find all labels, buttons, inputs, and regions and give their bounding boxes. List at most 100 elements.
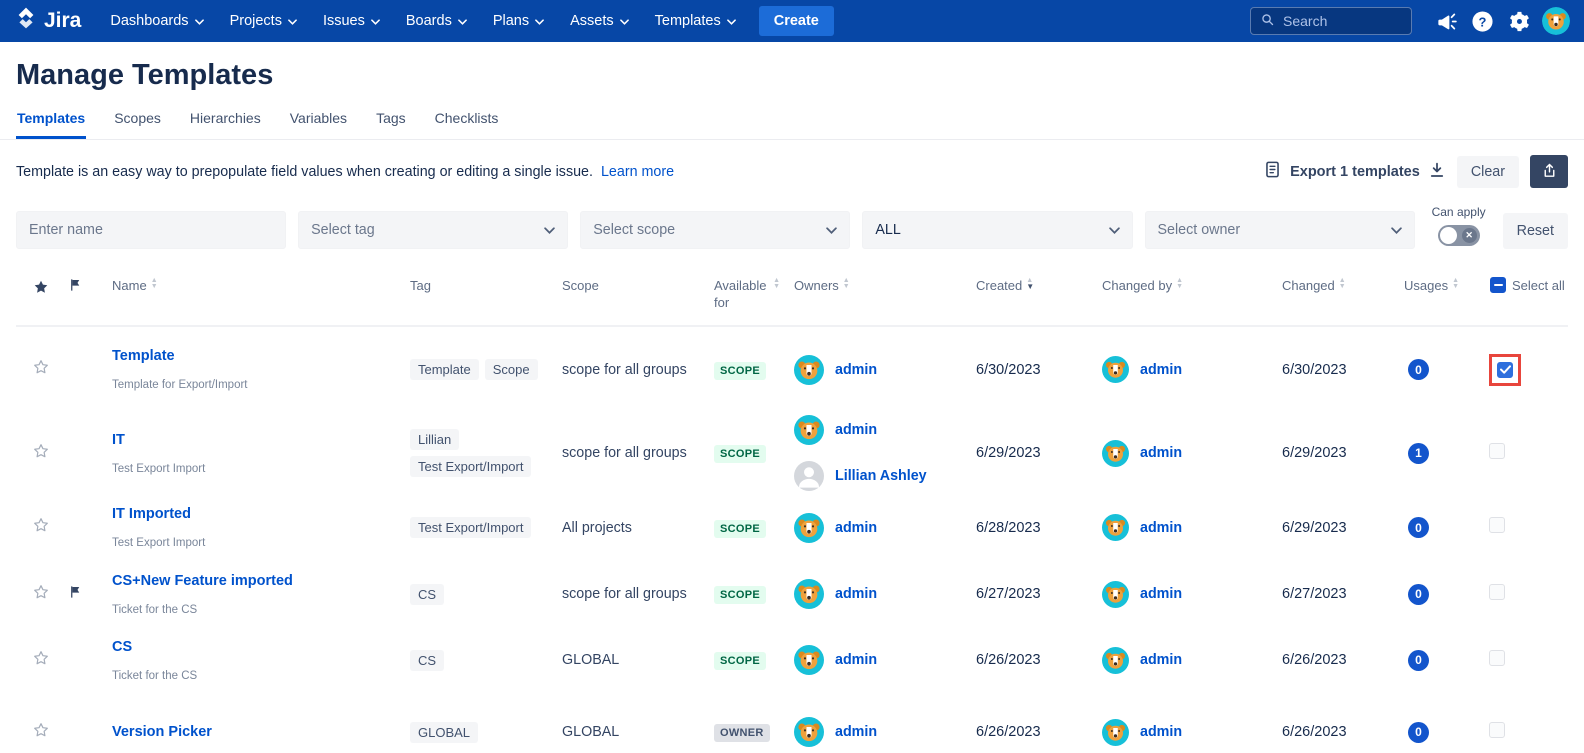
header-changed-by[interactable]: Changed by▲▼ bbox=[1088, 277, 1268, 294]
header-favorite[interactable] bbox=[16, 277, 54, 300]
changed-by-link[interactable]: admin bbox=[1140, 520, 1182, 536]
tab-checklists[interactable]: Checklists bbox=[434, 106, 500, 139]
page-title: Manage Templates bbox=[16, 59, 1568, 92]
owners-cell: admin bbox=[780, 645, 962, 675]
template-name-link[interactable]: IT bbox=[112, 432, 125, 448]
usages-badge: 0 bbox=[1408, 359, 1429, 380]
name-cell: CSTicket for the CS bbox=[96, 639, 396, 682]
changed-by-link[interactable]: admin bbox=[1140, 586, 1182, 602]
header-created[interactable]: Created▲▼ bbox=[962, 277, 1088, 294]
row-checkbox[interactable] bbox=[1497, 362, 1513, 378]
owner-link[interactable]: admin bbox=[835, 724, 877, 740]
nav-item-plans[interactable]: Plans bbox=[480, 0, 557, 42]
scope-filter-select[interactable]: Select scope bbox=[580, 211, 850, 249]
star-outline-icon[interactable] bbox=[32, 726, 50, 743]
nav-item-projects[interactable]: Projects bbox=[217, 0, 310, 42]
template-name-link[interactable]: CS+New Feature imported bbox=[112, 573, 293, 589]
header-owners[interactable]: Owners▲▼ bbox=[780, 277, 962, 294]
can-apply-toggle[interactable]: ✕ bbox=[1438, 225, 1480, 246]
nav-item-templates[interactable]: Templates bbox=[642, 0, 749, 42]
dog-avatar bbox=[1102, 647, 1129, 674]
owner-link[interactable]: admin bbox=[835, 652, 877, 668]
changed-by-link[interactable]: admin bbox=[1140, 724, 1182, 740]
export-templates-button[interactable]: Export 1 templates bbox=[1263, 160, 1446, 183]
star-outline-icon[interactable] bbox=[32, 588, 50, 605]
tab-tags[interactable]: Tags bbox=[375, 106, 407, 139]
jira-logo[interactable]: Jira bbox=[14, 6, 81, 36]
chevron-down-icon bbox=[371, 13, 380, 29]
chevron-down-icon bbox=[544, 222, 555, 238]
available-for-badge: SCOPE bbox=[714, 445, 766, 463]
changed-by-cell: admin bbox=[1088, 581, 1268, 608]
tab-variables[interactable]: Variables bbox=[289, 106, 348, 139]
project-filter-select[interactable]: ALL bbox=[862, 211, 1132, 249]
user-avatar[interactable] bbox=[1542, 7, 1570, 35]
sort-icon: ▲▼ bbox=[773, 278, 780, 290]
owner-link[interactable]: admin bbox=[835, 422, 877, 438]
name-cell: TemplateTemplate for Export/Import bbox=[96, 348, 396, 391]
flag-cell bbox=[54, 584, 96, 605]
scope-cell: GLOBAL bbox=[548, 724, 700, 740]
person-avatar bbox=[794, 461, 824, 491]
star-outline-icon[interactable] bbox=[32, 447, 50, 464]
announcements-icon[interactable] bbox=[1428, 10, 1464, 33]
tag-filter-select[interactable]: Select tag bbox=[298, 211, 568, 249]
template-name-link[interactable]: IT Imported bbox=[112, 506, 191, 522]
owner-link[interactable]: admin bbox=[835, 586, 877, 602]
search-box[interactable]: Search bbox=[1250, 7, 1412, 35]
owner: admin bbox=[794, 355, 962, 385]
tab-hierarchies[interactable]: Hierarchies bbox=[189, 106, 262, 139]
row-checkbox[interactable] bbox=[1489, 584, 1505, 600]
sort-icon: ▲▼ bbox=[151, 278, 158, 290]
owner-filter-select[interactable]: Select owner bbox=[1145, 211, 1415, 249]
nav-item-issues[interactable]: Issues bbox=[310, 0, 393, 42]
header-flag[interactable] bbox=[54, 277, 96, 297]
header-available-for[interactable]: Available for▲▼ bbox=[700, 277, 780, 311]
tab-scopes[interactable]: Scopes bbox=[113, 106, 162, 139]
row-checkbox[interactable] bbox=[1489, 722, 1505, 738]
clear-button[interactable]: Clear bbox=[1457, 156, 1519, 188]
header-select-all: Select all bbox=[1474, 277, 1568, 294]
changed-by-link[interactable]: admin bbox=[1140, 445, 1182, 461]
header-usages[interactable]: Usages▲▼ bbox=[1390, 277, 1474, 294]
nav-item-dashboards[interactable]: Dashboards bbox=[97, 0, 216, 42]
changed-by-link[interactable]: admin bbox=[1140, 362, 1182, 378]
share-button[interactable] bbox=[1530, 155, 1568, 188]
name-filter-input[interactable] bbox=[16, 211, 286, 249]
dog-avatar bbox=[794, 513, 824, 543]
search-placeholder: Search bbox=[1283, 13, 1327, 29]
changed-date: 6/29/2023 bbox=[1268, 520, 1390, 536]
star-outline-icon[interactable] bbox=[32, 521, 50, 538]
template-name-link[interactable]: CS bbox=[112, 639, 132, 655]
help-icon[interactable]: ? bbox=[1464, 10, 1500, 33]
row-checkbox[interactable] bbox=[1489, 517, 1505, 533]
select-all-checkbox[interactable] bbox=[1490, 277, 1506, 293]
row-checkbox[interactable] bbox=[1489, 443, 1505, 459]
owner-link[interactable]: Lillian Ashley bbox=[835, 468, 927, 484]
nav-item-boards[interactable]: Boards bbox=[393, 0, 480, 42]
chevron-down-icon bbox=[826, 222, 837, 238]
usages-badge: 0 bbox=[1408, 584, 1429, 605]
changed-by-link[interactable]: admin bbox=[1140, 652, 1182, 668]
settings-gear-icon[interactable] bbox=[1500, 10, 1536, 33]
header-name[interactable]: Name▲▼ bbox=[96, 277, 396, 294]
tab-templates[interactable]: Templates bbox=[16, 106, 86, 139]
dog-avatar bbox=[1102, 440, 1129, 467]
tag-chip: CS bbox=[410, 584, 444, 605]
reset-button[interactable]: Reset bbox=[1503, 213, 1568, 249]
learn-more-link[interactable]: Learn more bbox=[601, 164, 674, 180]
dog-avatar bbox=[1102, 581, 1129, 608]
nav-item-assets[interactable]: Assets bbox=[557, 0, 642, 42]
chevron-down-icon bbox=[1391, 222, 1402, 238]
template-name-link[interactable]: Version Picker bbox=[112, 724, 212, 740]
available-for-badge: SCOPE bbox=[714, 520, 766, 538]
template-name-link[interactable]: Template bbox=[112, 348, 175, 364]
owner-link[interactable]: admin bbox=[835, 362, 877, 378]
create-button[interactable]: Create bbox=[759, 6, 834, 36]
usages-cell: 0 bbox=[1390, 722, 1474, 743]
star-outline-icon[interactable] bbox=[32, 363, 50, 380]
star-outline-icon[interactable] bbox=[32, 654, 50, 671]
row-checkbox[interactable] bbox=[1489, 650, 1505, 666]
header-changed[interactable]: Changed▲▼ bbox=[1268, 277, 1390, 294]
owner-link[interactable]: admin bbox=[835, 520, 877, 536]
